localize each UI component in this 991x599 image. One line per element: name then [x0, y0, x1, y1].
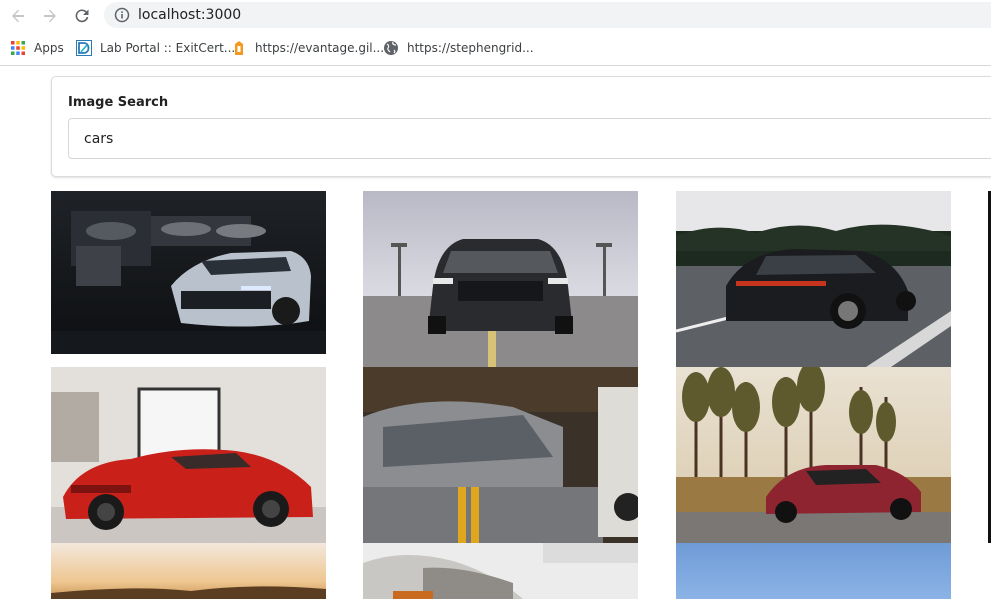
image-mercedes-forest[interactable] — [676, 367, 951, 543]
search-bar-card: Image Search — [51, 76, 991, 177]
search-input[interactable] — [68, 118, 991, 159]
bookmark-apps[interactable]: Apps — [10, 40, 64, 56]
globe-icon — [383, 40, 399, 56]
image-showroom-cars[interactable] — [363, 543, 638, 599]
bookmark-evantage[interactable]: https://evantage.gil... — [231, 40, 384, 56]
bookmark-label: https://evantage.gil... — [255, 41, 385, 55]
search-label: Image Search — [68, 95, 169, 110]
forward-arrow-icon[interactable] — [38, 4, 62, 28]
url-text: localhost:3000 — [138, 7, 242, 23]
bookmark-label: Lab Portal :: ExitCert... — [100, 41, 236, 55]
back-arrow-icon[interactable] — [6, 4, 30, 28]
image-camaro[interactable] — [51, 191, 326, 354]
info-icon[interactable] — [114, 7, 130, 28]
image-sunset[interactable] — [51, 543, 326, 599]
image-ferrari[interactable] — [51, 367, 326, 543]
image-grey-stripe-car[interactable] — [363, 367, 638, 543]
bookmark-lab-portal[interactable]: Lab Portal :: ExitCert... — [76, 40, 235, 56]
bookmark-label: https://stephengrid... — [407, 41, 534, 55]
image-blue-sky[interactable] — [676, 543, 951, 599]
lab-portal-icon — [76, 40, 92, 56]
apps-grid-icon — [10, 40, 26, 56]
image-porsche[interactable] — [676, 191, 951, 367]
reload-icon[interactable] — [70, 4, 94, 28]
evantage-icon — [231, 40, 247, 56]
bookmark-label: Apps — [34, 41, 64, 55]
browser-toolbar: localhost:3000 — [0, 0, 991, 31]
bookmark-stephengrider[interactable]: https://stephengrid... — [383, 40, 534, 56]
address-bar[interactable]: localhost:3000 — [104, 2, 991, 28]
image-mustang[interactable] — [363, 191, 638, 367]
bookmarks-bar: Apps Lab Portal :: ExitCert... https://e… — [0, 31, 991, 66]
